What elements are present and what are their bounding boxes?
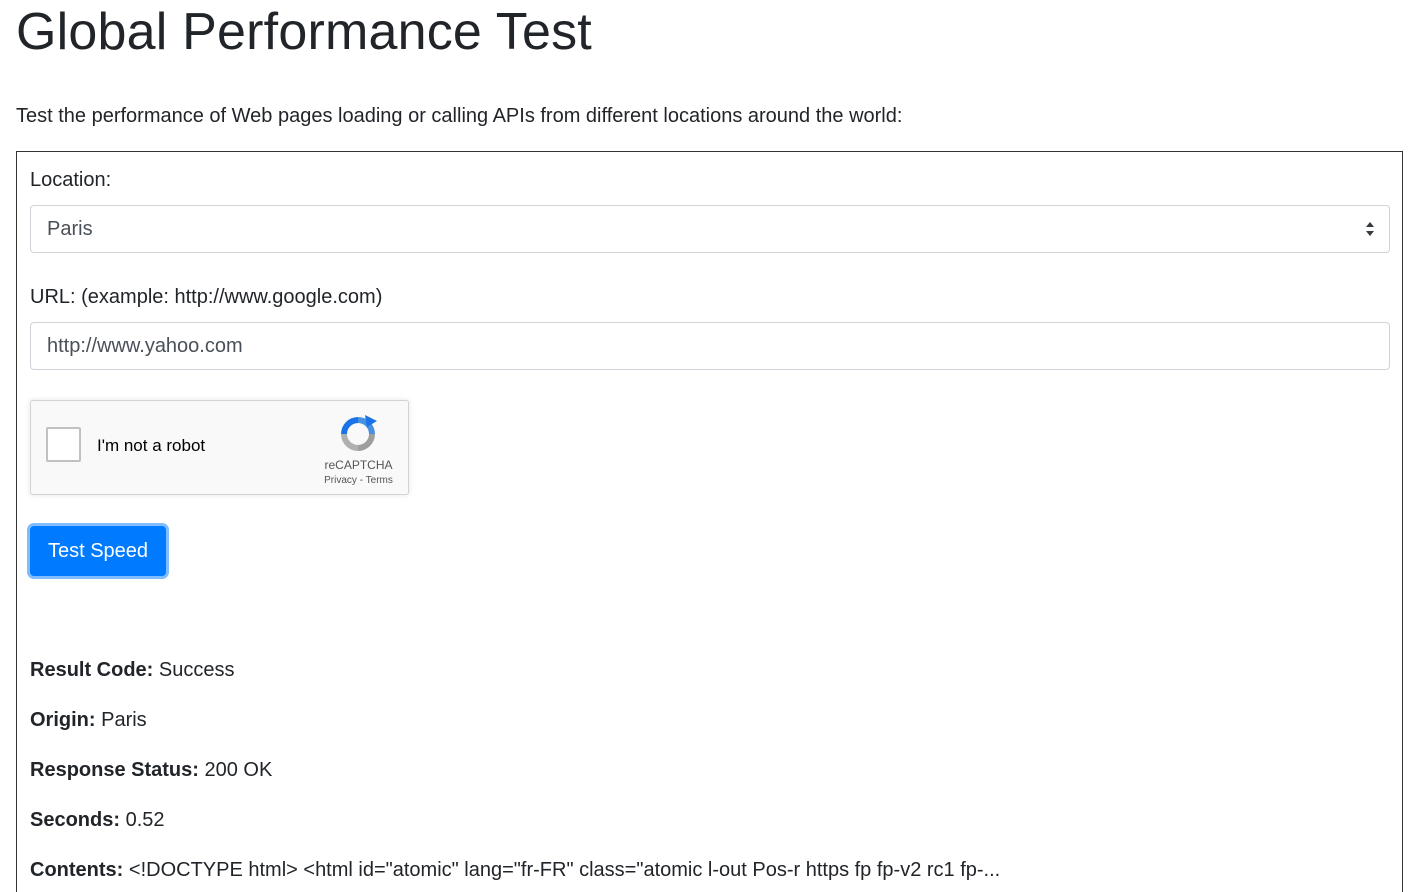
response-status-value: 200 OK [204,759,273,781]
result-code-row: Result Code: Success [30,656,235,684]
select-arrows-icon [1366,222,1374,236]
recaptcha-checkbox[interactable] [46,427,81,462]
recaptcha-links: Privacy - Terms [311,475,406,487]
page-title: Global Performance Test [16,3,592,61]
url-input-value: http://www.yahoo.com [47,335,243,357]
contents-value: <!DOCTYPE html> <html id="atomic" lang="… [128,859,1001,881]
recaptcha-logo-icon [341,415,377,451]
location-select[interactable]: Paris [30,205,1390,253]
url-label: URL: (example: http://www.google.com) [30,286,383,308]
location-selected-value: Paris [47,218,93,240]
recaptcha-brand: reCAPTCHA [324,458,393,472]
recaptcha-terms-link[interactable]: Terms [366,475,393,486]
recaptcha-link-separator: - [356,475,366,486]
recaptcha-label: I'm not a robot [97,436,206,455]
page: Global Performance Test Test the perform… [0,0,1422,892]
seconds-row: Seconds: 0.52 [30,806,165,834]
recaptcha-privacy-link[interactable]: Privacy [324,475,357,486]
contents-row: Contents: <!DOCTYPE html> <html id="atom… [30,856,1000,884]
seconds-label: Seconds: [30,809,121,831]
url-input[interactable]: http://www.yahoo.com [30,322,1390,370]
origin-label: Origin: [30,709,96,731]
origin-value: Paris [101,709,147,731]
test-speed-button[interactable]: Test Speed [30,526,166,576]
intro-text: Test the performance of Web pages loadin… [16,105,903,127]
test-form-panel: Location: Paris URL: (example: http://ww… [16,151,1403,892]
response-status-label: Response Status: [30,759,199,781]
location-label: Location: [30,169,112,191]
response-status-row: Response Status: 200 OK [30,756,272,784]
origin-row: Origin: Paris [30,706,147,734]
contents-label: Contents: [30,859,124,881]
seconds-value: 0.52 [125,809,165,831]
result-code-value: Success [158,659,235,681]
result-code-label: Result Code: [30,659,154,681]
recaptcha-widget: I'm not a robot reCAPTCHA Privacy - Term… [30,400,409,495]
